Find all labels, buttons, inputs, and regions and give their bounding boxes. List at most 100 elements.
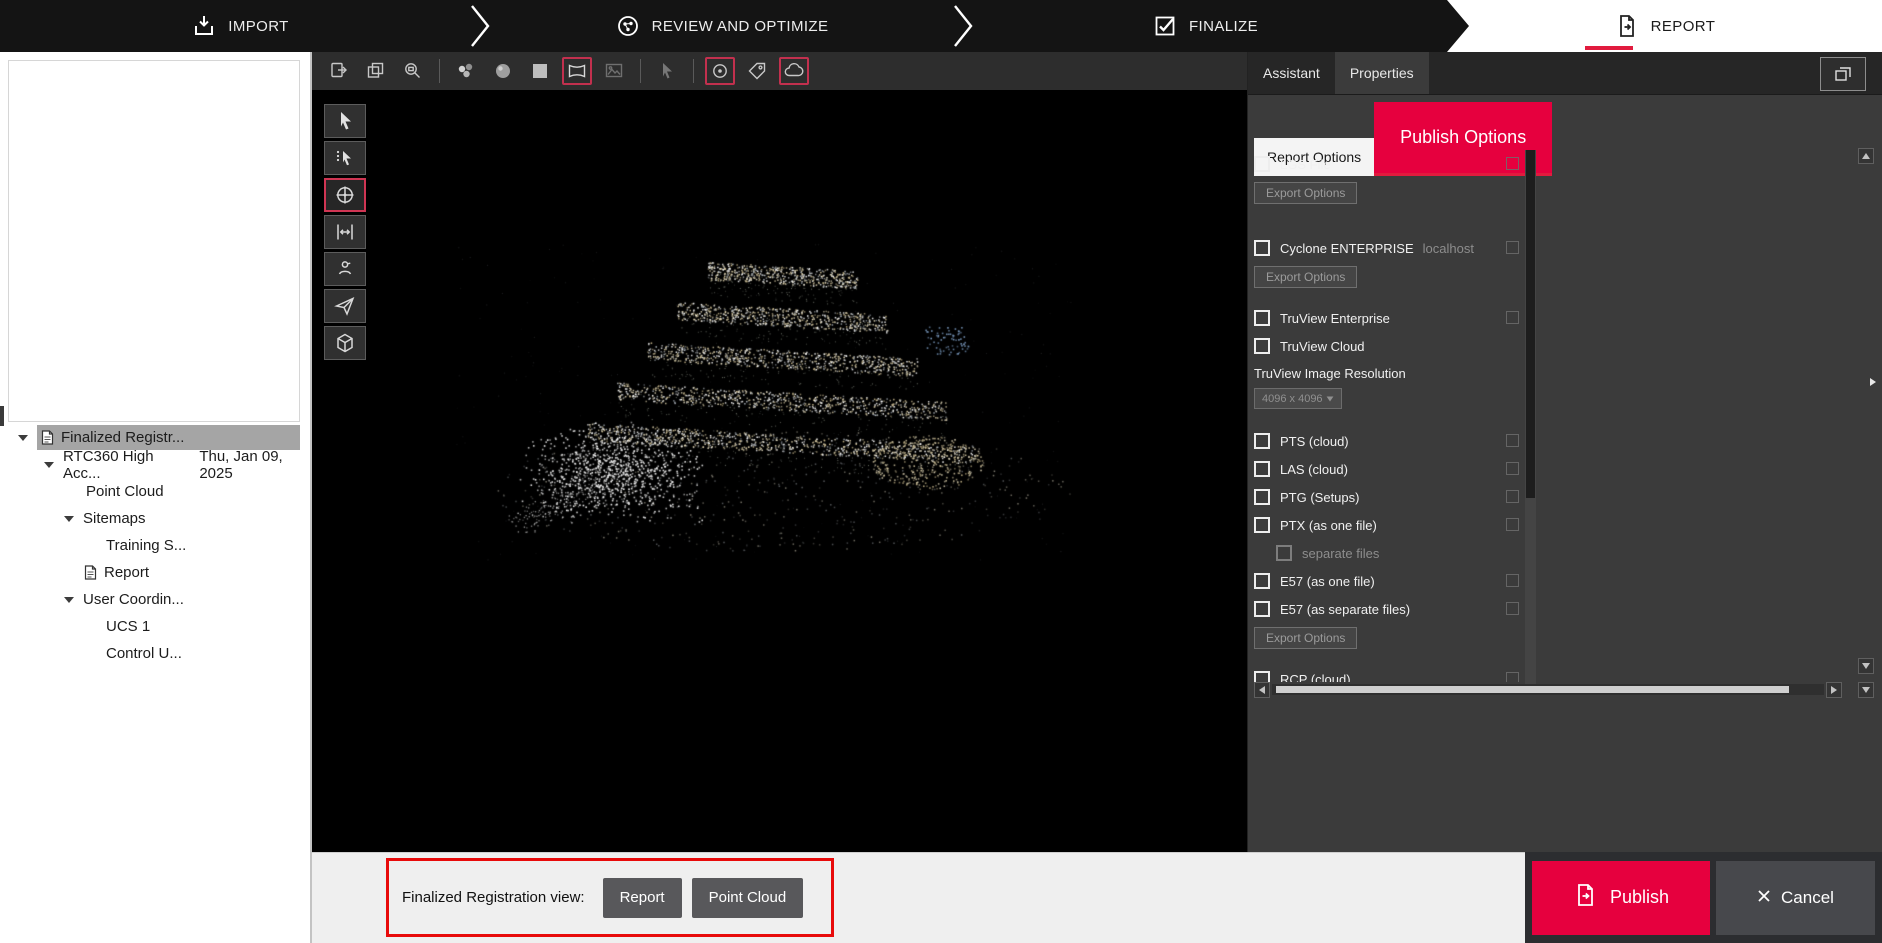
e57-one-file-checkbox[interactable] (1254, 573, 1270, 589)
publish-button[interactable]: Publish (1532, 861, 1710, 935)
step-review-optimize[interactable]: REVIEW AND OPTIMIZE (480, 0, 963, 52)
chevron-down-icon[interactable] (64, 597, 74, 603)
row-settings-box[interactable] (1506, 490, 1519, 503)
sidebar-collapse-handle[interactable] (0, 406, 4, 426)
option-label: PTX (as one file) (1280, 518, 1377, 533)
truview-cloud-checkbox[interactable] (1254, 338, 1270, 354)
server-host-label: localhost (1423, 241, 1474, 256)
row-settings-box[interactable] (1506, 434, 1519, 447)
row-settings-box[interactable] (1506, 574, 1519, 587)
row-lgs-file: LGS File (1254, 150, 1526, 178)
tag-labels-icon[interactable] (742, 57, 772, 85)
apply-view-icon[interactable] (324, 57, 354, 85)
select-cursor-icon[interactable] (324, 104, 366, 138)
inner-vertical-scrollbar[interactable] (1525, 150, 1536, 684)
tree-item-user-coordinates[interactable]: User Coordin... (0, 586, 310, 613)
lgs-file-checkbox[interactable] (1254, 156, 1270, 172)
cyclone-enterprise-checkbox[interactable] (1254, 240, 1270, 256)
point-cloud-canvas[interactable] (312, 90, 1247, 852)
cursor-tool-icon[interactable] (652, 57, 682, 85)
tree-item-control-u[interactable]: Control U... (0, 640, 310, 667)
step-label: REPORT (1651, 18, 1716, 35)
step-label: FINALIZE (1189, 18, 1258, 35)
walk-mode-icon[interactable] (324, 252, 366, 286)
las-cloud-checkbox[interactable] (1254, 461, 1270, 477)
point-cloud-icon[interactable] (779, 57, 809, 85)
pts-cloud-checkbox[interactable] (1254, 433, 1270, 449)
popout-window-icon[interactable] (1820, 57, 1866, 91)
plane-icon[interactable] (525, 57, 555, 85)
row-cyclone-enterprise: Cyclone ENTERPRISE localhost (1254, 234, 1526, 262)
scroll-right-button[interactable] (1826, 682, 1842, 698)
horizontal-scrollbar[interactable] (1254, 682, 1842, 697)
point-cloud-view-button[interactable]: Point Cloud (692, 878, 804, 918)
tree-item-sitemaps[interactable]: Sitemaps (0, 505, 310, 532)
viewport-toolbar (312, 52, 1247, 90)
row-settings-box[interactable] (1506, 462, 1519, 475)
tab-properties[interactable]: Properties (1335, 52, 1429, 94)
tree-item-point-cloud[interactable]: Point Cloud (0, 478, 310, 505)
row-settings-box[interactable] (1506, 157, 1519, 170)
tree-item-label: Report (104, 564, 149, 581)
step-import[interactable]: IMPORT (0, 0, 480, 52)
report-view-button[interactable]: Report (603, 878, 682, 918)
row-settings-box[interactable] (1506, 602, 1519, 615)
cluster-icon[interactable] (451, 57, 481, 85)
triangle-right-icon (1831, 686, 1837, 694)
row-settings-box[interactable] (1506, 518, 1519, 531)
tree-item-rtc360[interactable]: RTC360 High Acc... Thu, Jan 09, 2025 (0, 451, 310, 478)
row-settings-box[interactable] (1506, 241, 1519, 254)
scroll-up-button[interactable] (1858, 148, 1874, 164)
report-doc-icon (84, 565, 97, 580)
sphere-icon[interactable] (488, 57, 518, 85)
setup-markers-icon[interactable] (705, 57, 735, 85)
chevron-down-icon[interactable] (64, 516, 74, 522)
orbit-icon[interactable] (324, 178, 366, 212)
step-report[interactable]: REPORT (1447, 0, 1882, 52)
triangle-right-icon (1870, 378, 1876, 386)
selected-item-highlight: Finalized Registr... (37, 425, 300, 450)
rcp-cloud-checkbox[interactable] (1254, 671, 1270, 682)
option-label: separate files (1302, 546, 1379, 561)
scrollbar-thumb[interactable] (1276, 686, 1789, 693)
tree-item-report[interactable]: Report (0, 559, 310, 586)
truview-enterprise-checkbox[interactable] (1254, 310, 1270, 326)
duplicate-window-icon[interactable] (361, 57, 391, 85)
annotation-highlight: Finalized Registration view: Report Poin… (386, 858, 834, 937)
image-icon[interactable] (599, 57, 629, 85)
scroll-left-button[interactable] (1254, 682, 1270, 698)
tree-item-ucs-1[interactable]: UCS 1 (0, 613, 310, 640)
triangle-down-icon (1862, 687, 1870, 693)
chevron-down-icon[interactable] (18, 435, 28, 441)
scroll-corner-button[interactable] (1858, 682, 1874, 698)
row-e57-one-file: E57 (as one file) (1254, 567, 1526, 595)
step-finalize[interactable]: FINALIZE (963, 0, 1447, 52)
scrollbar-thumb[interactable] (1526, 150, 1535, 498)
triangle-left-icon (1259, 686, 1265, 694)
toolbar-separator (693, 59, 694, 83)
panel-collapse-handle[interactable] (1870, 372, 1880, 392)
sitemap-preview-area (8, 60, 300, 422)
cancel-button[interactable]: Cancel (1716, 861, 1875, 935)
fly-mode-icon[interactable] (324, 289, 366, 323)
ptg-setups-checkbox[interactable] (1254, 489, 1270, 505)
multi-select-icon[interactable] (324, 141, 366, 175)
export-options-button: Export Options (1254, 266, 1357, 288)
panorama-icon[interactable] (562, 57, 592, 85)
scrollbar-track[interactable] (1272, 684, 1824, 695)
row-settings-box[interactable] (1506, 672, 1519, 682)
option-label: PTG (Setups) (1280, 490, 1359, 505)
tab-assistant[interactable]: Assistant (1248, 52, 1335, 94)
e57-separate-files-checkbox[interactable] (1254, 601, 1270, 617)
tree-item-training-s[interactable]: Training S... (0, 532, 310, 559)
pan-icon[interactable] (324, 215, 366, 249)
row-settings-box[interactable] (1506, 311, 1519, 324)
option-label: E57 (as separate files) (1280, 602, 1410, 617)
tree-item-label: User Coordin... (83, 591, 184, 608)
scroll-down-button[interactable] (1858, 658, 1874, 674)
zoom-region-icon[interactable] (398, 57, 428, 85)
ptx-one-file-checkbox[interactable] (1254, 517, 1270, 533)
chevron-down-icon[interactable] (44, 462, 54, 468)
3d-viewport[interactable] (312, 90, 1247, 852)
view-cube-icon[interactable] (324, 326, 366, 360)
